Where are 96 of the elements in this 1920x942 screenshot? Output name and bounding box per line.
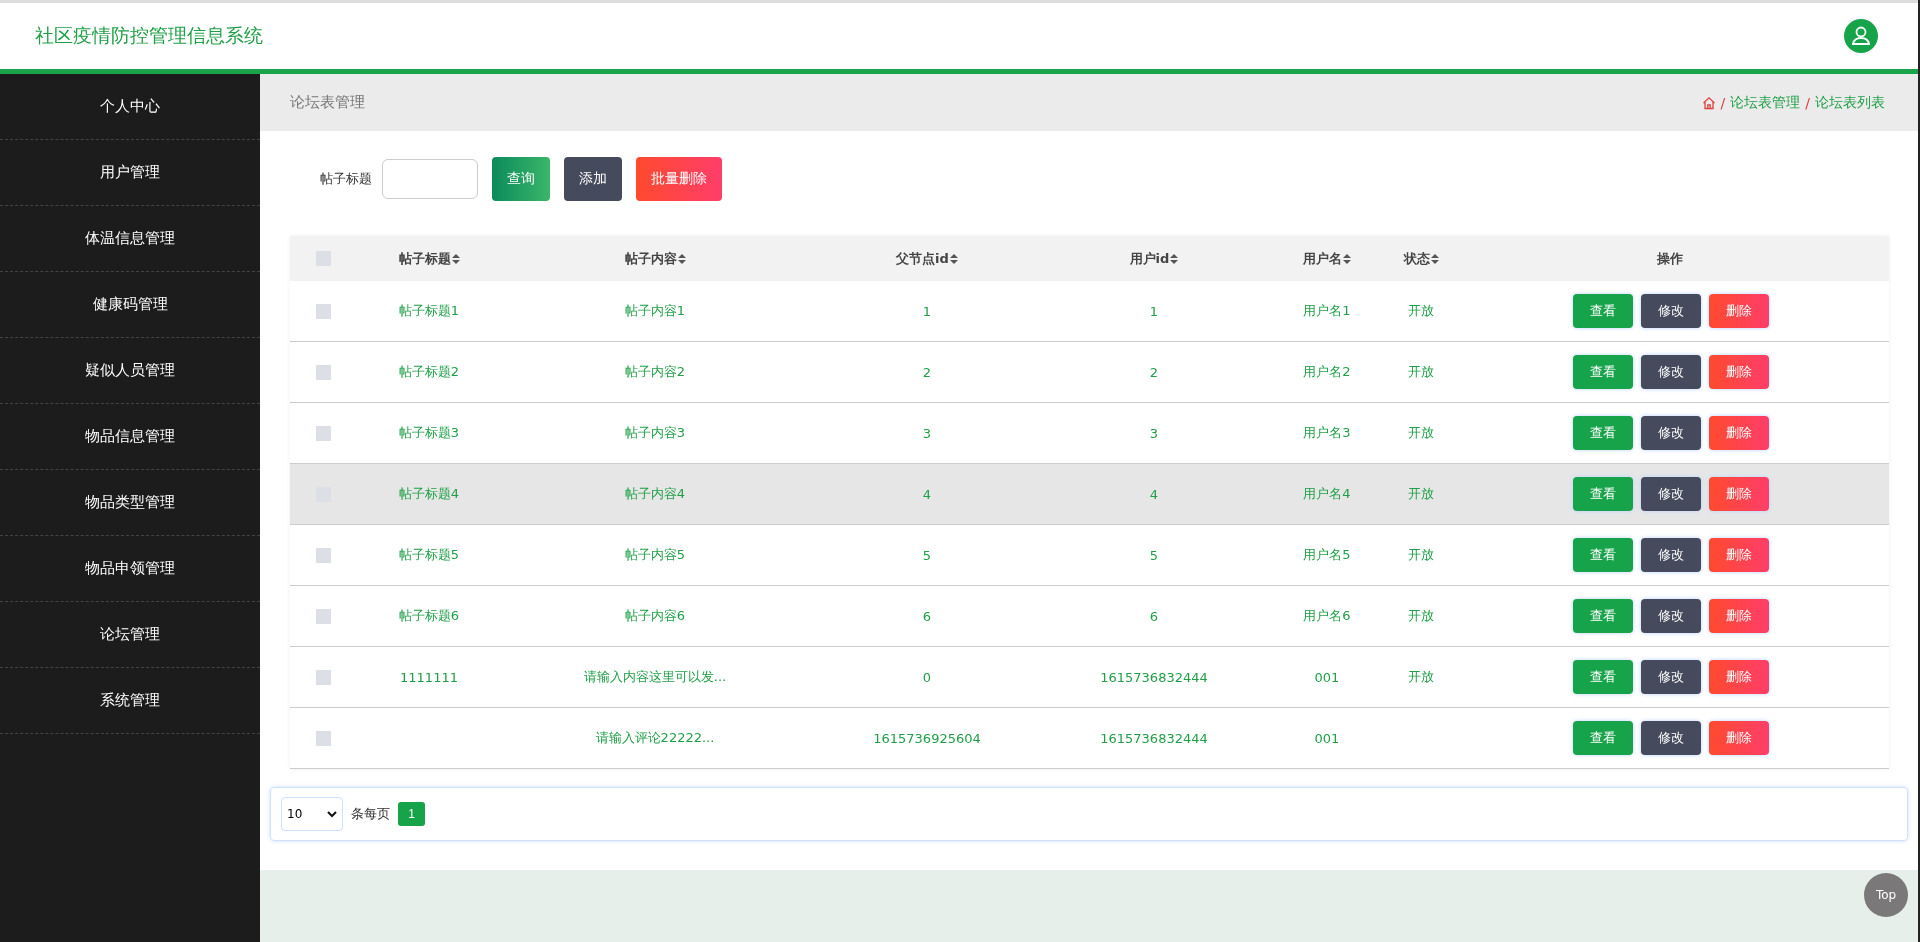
row-checkbox[interactable] <box>315 669 331 685</box>
table-cell: 4 <box>1149 486 1159 502</box>
table-cell: 3 <box>1149 425 1159 441</box>
row-checkbox[interactable] <box>315 303 331 319</box>
row-action-button[interactable]: 修改 <box>1641 355 1701 389</box>
table-cell: 帖子内容3 <box>624 424 686 442</box>
table-cell: 4 <box>922 486 932 502</box>
table-cell: 3 <box>922 425 932 441</box>
table-cell: 开放 <box>1408 302 1434 320</box>
column-header[interactable]: 状态 <box>1403 249 1439 268</box>
column-header[interactable]: 用户名 <box>1303 249 1351 268</box>
table-cell: 请输入内容这里可以发... <box>583 668 727 686</box>
table-cell: 001 <box>1314 730 1340 746</box>
sort-icon[interactable] <box>677 253 686 264</box>
table-cell: 帖子标题3 <box>398 424 460 442</box>
table-row[interactable]: 帖子标题2 帖子内容2 2 2 用户名2 开放 查看 修改 删除 <box>290 342 1889 403</box>
table-cell: 2 <box>1149 364 1159 380</box>
table-cell: 请输入评论22222... <box>595 729 715 747</box>
table-cell: 帖子内容1 <box>624 302 686 320</box>
table-cell: 帖子内容4 <box>624 485 686 503</box>
row-action-button[interactable]: 修改 <box>1641 538 1701 572</box>
table-cell: 用户名6 <box>1303 607 1351 625</box>
table-cell: 1 <box>922 303 932 319</box>
row-checkbox[interactable] <box>315 730 331 746</box>
table-cell: 5 <box>922 547 932 563</box>
table-cell: 开放 <box>1408 607 1434 625</box>
table-row[interactable]: 帖子标题5 帖子内容5 5 5 用户名5 开放 查看 修改 删除 <box>290 525 1889 586</box>
table-cell: 0 <box>922 669 932 685</box>
table-cell: 帖子内容2 <box>624 363 686 381</box>
page-title: 论坛表管理 <box>290 93 365 112</box>
chevron-down-icon <box>327 810 337 818</box>
row-checkbox[interactable] <box>315 547 331 563</box>
table-cell: 1615736832444 <box>1100 669 1208 685</box>
row-action-button[interactable]: 修改 <box>1641 660 1701 694</box>
search-label: 帖子标题 <box>320 170 372 188</box>
table-cell: 用户名1 <box>1303 302 1351 320</box>
table-row[interactable]: 帖子标题3 帖子内容3 3 3 用户名3 开放 查看 修改 删除 <box>290 403 1889 464</box>
toolbar-button[interactable]: 查询 <box>492 157 550 201</box>
sort-icon[interactable] <box>1170 253 1179 264</box>
sort-icon[interactable] <box>949 253 958 264</box>
table-cell: 用户名3 <box>1303 424 1351 442</box>
column-header[interactable]: 用户id <box>1129 249 1179 268</box>
table-cell: 开放 <box>1408 546 1434 564</box>
table-cell: 开放 <box>1408 363 1434 381</box>
table-cell: 001 <box>1314 669 1340 685</box>
table-cell: 帖子标题5 <box>398 546 460 564</box>
table-cell: 帖子内容5 <box>624 546 686 564</box>
column-header[interactable]: 父节点id <box>896 249 958 268</box>
column-header[interactable]: 帖子标题 <box>398 249 460 268</box>
table-cell: 帖子标题6 <box>398 607 460 625</box>
table-row[interactable]: 1111111 请输入内容这里可以发... 0 1615736832444 001 开放 查看 修改 删除 <box>290 647 1889 708</box>
table-row[interactable]: 帖子标题4 帖子内容4 4 4 用户名4 开放 查看 修改 删除 <box>290 464 1889 525</box>
breadcrumb-separator: / <box>1805 94 1810 111</box>
user-avatar-icon[interactable] <box>1844 19 1878 53</box>
row-action-button[interactable]: 修改 <box>1641 721 1701 755</box>
row-action-button[interactable]: 修改 <box>1641 294 1701 328</box>
sort-icon[interactable] <box>1430 253 1439 264</box>
table-cell: 1615736832444 <box>1100 730 1208 746</box>
sort-icon[interactable] <box>451 253 460 264</box>
table-cell: 帖子标题1 <box>398 302 460 320</box>
table-cell: 1 <box>1149 303 1159 319</box>
per-page-label: 条每页 <box>351 805 390 823</box>
table-cell: 帖子标题4 <box>398 485 460 503</box>
table-cell: 1615736925604 <box>873 730 981 746</box>
row-action-button[interactable]: 修改 <box>1641 477 1701 511</box>
table-row[interactable]: 请输入评论22222... 1615736925604 1615736832444 001 查看 修改 删除 <box>290 708 1889 769</box>
table-cell: 6 <box>922 608 932 624</box>
sort-icon[interactable] <box>1343 253 1351 264</box>
home-icon[interactable] <box>1701 95 1716 110</box>
table-cell: 6 <box>1149 608 1159 624</box>
table-cell: 开放 <box>1408 485 1434 503</box>
table-cell: 1111111 <box>400 669 458 685</box>
breadcrumb-separator: / <box>1720 94 1726 111</box>
column-header[interactable]: 操作 <box>1656 249 1683 268</box>
table-row[interactable]: 帖子标题6 帖子内容6 6 6 用户名6 开放 查看 修改 删除 <box>290 586 1889 647</box>
table-cell: 2 <box>922 364 932 380</box>
table-cell: 5 <box>1149 547 1159 563</box>
row-checkbox[interactable] <box>315 608 331 624</box>
row-checkbox[interactable] <box>315 364 331 380</box>
table-cell: 开放 <box>1408 668 1434 686</box>
table-cell: 用户名2 <box>1303 363 1351 381</box>
page-size-select[interactable]: 10 <box>281 797 343 831</box>
row-action-button[interactable]: 修改 <box>1641 599 1701 633</box>
table-cell: 帖子内容6 <box>624 607 686 625</box>
row-checkbox[interactable] <box>315 425 331 441</box>
table-cell: 帖子标题2 <box>398 363 460 381</box>
column-header[interactable]: 帖子内容 <box>624 249 686 268</box>
system-title: 社区疫情防控管理信息系统 <box>35 23 263 48</box>
table-cell: 用户名5 <box>1303 546 1351 564</box>
table-cell: 开放 <box>1408 424 1434 442</box>
table-row[interactable]: 帖子标题1 帖子内容1 1 1 用户名1 开放 查看 修改 删除 <box>290 281 1889 342</box>
toolbar-button[interactable]: 添加 <box>564 157 622 201</box>
row-action-button[interactable]: 修改 <box>1641 416 1701 450</box>
table-cell: 用户名4 <box>1303 485 1351 503</box>
back-to-top-button[interactable]: Top <box>1864 873 1908 917</box>
title-search-field[interactable] <box>382 159 478 199</box>
